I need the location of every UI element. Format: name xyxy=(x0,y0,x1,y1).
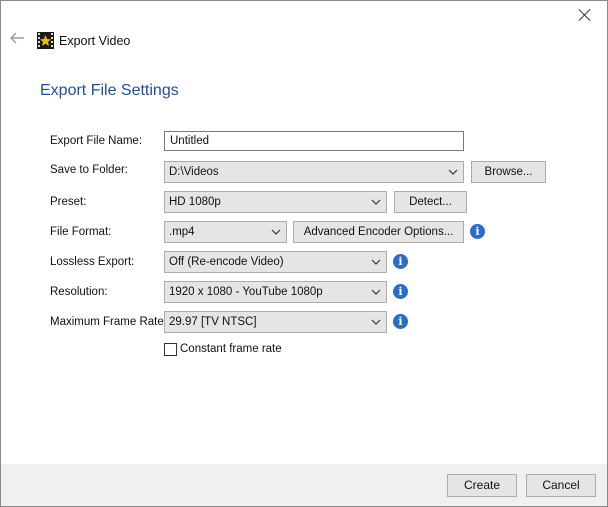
file-name-label: Export File Name: xyxy=(50,135,143,147)
resolution-value: 1920 x 1080 - YouTube 1080p xyxy=(169,286,323,298)
lossless-export-value: Off (Re-encode Video) xyxy=(169,256,284,268)
resolution-label: Resolution: xyxy=(50,286,108,298)
max-frame-rate-select[interactable]: 29.97 [TV NTSC] xyxy=(164,311,387,333)
close-icon[interactable] xyxy=(577,7,593,23)
preset-value: HD 1080p xyxy=(169,196,221,208)
file-format-info-icon[interactable]: i xyxy=(470,224,485,239)
chevron-down-icon xyxy=(371,199,381,205)
chevron-down-icon xyxy=(371,319,381,325)
advanced-encoder-options-button[interactable]: Advanced Encoder Options... xyxy=(293,221,464,243)
save-to-folder-select[interactable]: D:\Videos xyxy=(164,161,464,183)
max-frame-rate-info-icon[interactable]: i xyxy=(393,314,408,329)
create-button[interactable]: Create xyxy=(447,474,517,497)
lossless-export-select[interactable]: Off (Re-encode Video) xyxy=(164,251,387,273)
save-to-folder-label: Save to Folder: xyxy=(50,164,128,176)
preset-select[interactable]: HD 1080p xyxy=(164,191,387,213)
file-name-input[interactable] xyxy=(164,131,464,151)
lossless-export-label: Lossless Export: xyxy=(50,256,135,268)
window-title: Export Video xyxy=(59,34,131,48)
app-logo-icon xyxy=(37,32,54,49)
constant-frame-rate-checkbox[interactable] xyxy=(164,343,177,356)
detect-button[interactable]: Detect... xyxy=(394,191,467,213)
file-format-label: File Format: xyxy=(50,226,112,238)
resolution-select[interactable]: 1920 x 1080 - YouTube 1080p xyxy=(164,281,387,303)
export-video-window: Export Video Export File Settings Export… xyxy=(0,0,608,507)
dialog-footer: Create Cancel xyxy=(1,464,607,506)
resolution-info-icon[interactable]: i xyxy=(393,284,408,299)
cancel-button[interactable]: Cancel xyxy=(526,474,596,497)
back-arrow-icon[interactable] xyxy=(8,30,26,46)
constant-frame-rate-label[interactable]: Constant frame rate xyxy=(180,343,282,355)
page-title: Export File Settings xyxy=(40,82,179,99)
chevron-down-icon xyxy=(371,259,381,265)
max-frame-rate-label: Maximum Frame Rate: xyxy=(50,316,167,328)
chevron-down-icon xyxy=(371,289,381,295)
browse-button[interactable]: Browse... xyxy=(471,161,546,183)
save-to-folder-value: D:\Videos xyxy=(169,166,219,178)
chevron-down-icon xyxy=(271,229,281,235)
preset-label: Preset: xyxy=(50,196,87,208)
lossless-export-info-icon[interactable]: i xyxy=(393,254,408,269)
file-format-select[interactable]: .mp4 xyxy=(164,221,287,243)
chevron-down-icon xyxy=(448,169,458,175)
max-frame-rate-value: 29.97 [TV NTSC] xyxy=(169,316,257,328)
file-format-value: .mp4 xyxy=(169,226,195,238)
